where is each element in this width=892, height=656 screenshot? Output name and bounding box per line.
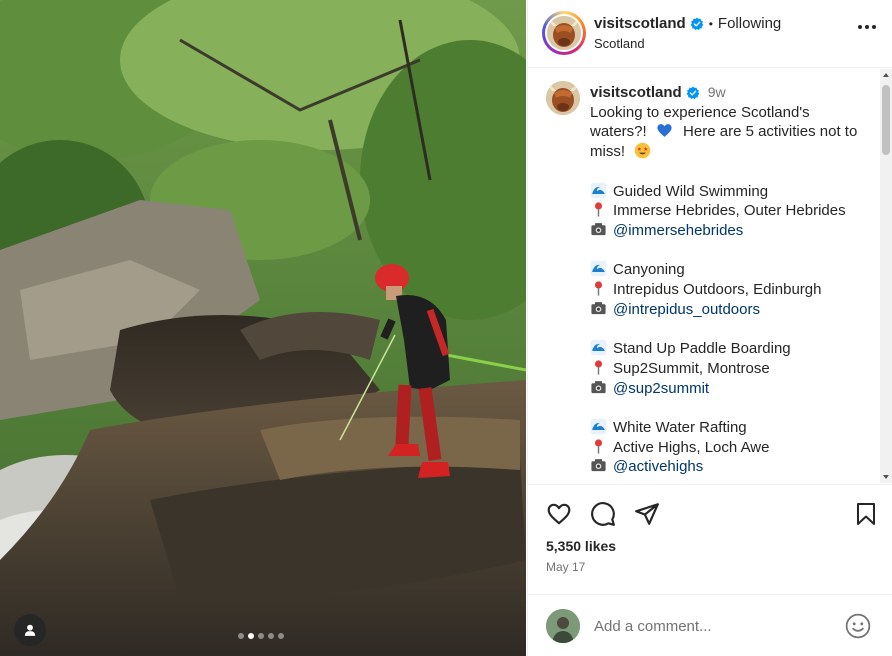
current-user-avatar bbox=[546, 609, 580, 643]
blue-heart-icon bbox=[657, 124, 672, 138]
post-date[interactable]: May 17 bbox=[546, 560, 585, 574]
separator-bullet: • bbox=[708, 16, 713, 31]
mention-link[interactable]: @sup2summit bbox=[613, 380, 709, 397]
star-struck-icon bbox=[634, 142, 651, 159]
carousel-dot bbox=[238, 633, 244, 639]
following-button[interactable]: Following bbox=[718, 15, 781, 32]
carousel-dot bbox=[268, 633, 274, 639]
caption-text: miss! bbox=[590, 143, 625, 161]
mention-link[interactable]: @immersehebrides bbox=[613, 222, 743, 239]
pin-icon bbox=[594, 360, 603, 375]
caption-username[interactable]: visitscotland bbox=[590, 83, 682, 103]
caption-line: miss! bbox=[590, 142, 870, 162]
activity-handle: @immersehebrides bbox=[590, 221, 870, 241]
carousel-dot bbox=[258, 633, 264, 639]
user-tag-button[interactable] bbox=[14, 614, 46, 646]
caption-line: Looking to experience Scotland's bbox=[590, 103, 810, 121]
mention-link[interactable]: @intrepidus_outdoors bbox=[613, 301, 760, 318]
activity-place: Immerse Hebrides, Outer Hebrides bbox=[590, 201, 870, 221]
avatar bbox=[547, 16, 581, 50]
post-media[interactable] bbox=[0, 0, 526, 656]
activity-place: Sup2Summit, Montrose bbox=[590, 359, 870, 379]
header-username[interactable]: visitscotland bbox=[594, 15, 686, 32]
pin-icon bbox=[594, 439, 603, 454]
emoji-icon[interactable] bbox=[845, 613, 871, 639]
activity-handle: @activehighs bbox=[590, 457, 870, 477]
user-photo-icon bbox=[546, 609, 580, 643]
activity-place: Active Highs, Loch Awe bbox=[590, 438, 870, 458]
verified-badge-icon bbox=[686, 86, 700, 99]
wave-icon bbox=[590, 261, 607, 277]
scroll-up-arrow[interactable] bbox=[883, 73, 889, 77]
highland-cow-icon bbox=[547, 16, 581, 50]
post-header: visitscotland • Following Scotland bbox=[528, 0, 892, 68]
heart-icon[interactable] bbox=[546, 501, 572, 527]
caption-scrollbar[interactable] bbox=[880, 69, 892, 483]
camera-icon bbox=[591, 459, 606, 472]
caption-line: waters?! Here are 5 activities not to bbox=[590, 122, 870, 142]
scroll-down-arrow[interactable] bbox=[883, 475, 889, 479]
carousel-dot bbox=[278, 633, 284, 639]
carousel-dot-active bbox=[248, 633, 254, 639]
scrollbar-thumb[interactable] bbox=[882, 85, 890, 155]
caption: visitscotland 9w Looking to experience S… bbox=[590, 83, 870, 477]
camera-icon bbox=[591, 223, 606, 236]
pin-icon bbox=[594, 281, 603, 296]
activity-name: Canyoning bbox=[590, 260, 870, 280]
comment-bar bbox=[528, 594, 892, 656]
comment-icon[interactable] bbox=[590, 501, 616, 527]
activity-name: Stand Up Paddle Boarding bbox=[590, 339, 870, 359]
post-sidebar: visitscotland • Following Scotland visit… bbox=[527, 0, 892, 656]
location-link[interactable]: Scotland bbox=[594, 36, 645, 51]
caption-time[interactable]: 9w bbox=[708, 83, 726, 103]
caption-text: Here are 5 activities not to bbox=[683, 123, 858, 141]
activity-name: Guided Wild Swimming bbox=[590, 182, 870, 202]
user-tag-icon bbox=[24, 624, 36, 636]
more-options-icon[interactable] bbox=[857, 24, 877, 30]
wave-icon bbox=[590, 418, 607, 435]
story-ring[interactable] bbox=[542, 11, 586, 55]
camera-icon bbox=[591, 301, 606, 314]
caption-scroll-area[interactable]: visitscotland 9w Looking to experience S… bbox=[528, 69, 892, 483]
wave-icon bbox=[590, 339, 607, 356]
pin-icon bbox=[594, 202, 603, 217]
mention-link[interactable]: @activehighs bbox=[613, 458, 703, 475]
likes-count[interactable]: 5,350 likes bbox=[546, 538, 616, 554]
carousel-indicator bbox=[238, 633, 284, 639]
camera-icon bbox=[591, 380, 606, 393]
caption-text: waters?! bbox=[590, 123, 647, 141]
verified-badge-icon bbox=[690, 17, 704, 30]
comment-input[interactable] bbox=[594, 615, 834, 637]
activity-handle: @sup2summit bbox=[590, 379, 870, 399]
activity-place: Intrepidus Outdoors, Edinburgh bbox=[590, 280, 870, 300]
bookmark-icon[interactable] bbox=[854, 501, 878, 527]
share-icon[interactable] bbox=[634, 501, 660, 527]
wave-icon bbox=[590, 182, 607, 198]
highland-cow-icon bbox=[546, 81, 580, 115]
caption-avatar[interactable] bbox=[546, 81, 580, 115]
canyoning-photo bbox=[0, 0, 526, 656]
action-bar bbox=[528, 484, 892, 544]
activity-name: White Water Rafting bbox=[590, 418, 870, 438]
activity-handle: @intrepidus_outdoors bbox=[590, 300, 870, 320]
